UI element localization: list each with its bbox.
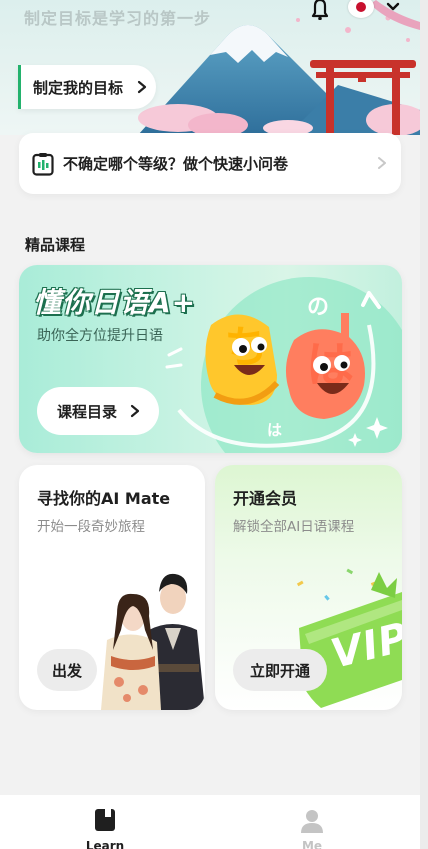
set-goal-label: 制定我的目标 [33, 78, 124, 97]
ai-mate-characters-image [101, 573, 205, 710]
section-title: 精品课程 [25, 236, 86, 254]
level-survey-card[interactable]: 不确定哪个等级？做个快速小问卷 [19, 133, 401, 194]
hero-tagline: 制定目标是学习的第一步 [24, 9, 212, 28]
course-title: 懂你日语A+ [33, 286, 197, 319]
person-icon [301, 810, 323, 833]
scrollbar[interactable] [420, 0, 428, 849]
chevron-right-icon [378, 157, 386, 169]
course-banner[interactable]: の ち は は 懂你日语A+ 助你全方位提升日语 课程目录 [19, 265, 402, 453]
book-icon [95, 809, 115, 831]
bottom-nav: Learn Me [0, 795, 420, 849]
start-journey-button[interactable]: 出发 [37, 649, 97, 691]
tab-learn[interactable]: Learn [65, 795, 145, 849]
bell-icon[interactable] [308, 0, 332, 20]
set-goal-button[interactable]: 制定我的目标 [18, 65, 156, 109]
course-subtitle: 助你全方位提升日语 [37, 328, 163, 344]
course-catalog-label: 课程目录 [57, 402, 118, 421]
chevron-right-icon [137, 80, 147, 94]
tab-learn-label: Learn [85, 839, 125, 849]
japan-flag-icon [348, 0, 374, 18]
activate-membership-button[interactable]: 立即开通 [233, 649, 327, 691]
hero-banner: 制定目标是学习的第一步 制定我的目标 [0, 0, 420, 135]
survey-label: 不确定哪个等级？做个快速小问卷 [63, 155, 289, 173]
ai-mate-subtitle: 开始一段奇妙旅程 [37, 519, 145, 535]
tab-me[interactable]: Me [272, 795, 352, 849]
membership-card[interactable]: 开通会员 解锁全部AI日语课程 VIP 立即开通 [215, 465, 402, 710]
ai-mate-title: 寻找你的AI Mate [37, 489, 171, 508]
survey-icon [32, 153, 54, 176]
language-selector[interactable] [348, 0, 404, 18]
membership-subtitle: 解锁全部AI日语课程 [233, 519, 355, 535]
tab-me-label: Me [301, 839, 323, 849]
ai-mate-card[interactable]: 寻找你的AI Mate 开始一段奇妙旅程 出发 [19, 465, 205, 710]
course-catalog-button[interactable]: 课程目录 [37, 387, 159, 435]
membership-title: 开通会员 [233, 489, 298, 508]
chevron-right-icon [130, 404, 140, 418]
chevron-down-icon [386, 2, 400, 11]
